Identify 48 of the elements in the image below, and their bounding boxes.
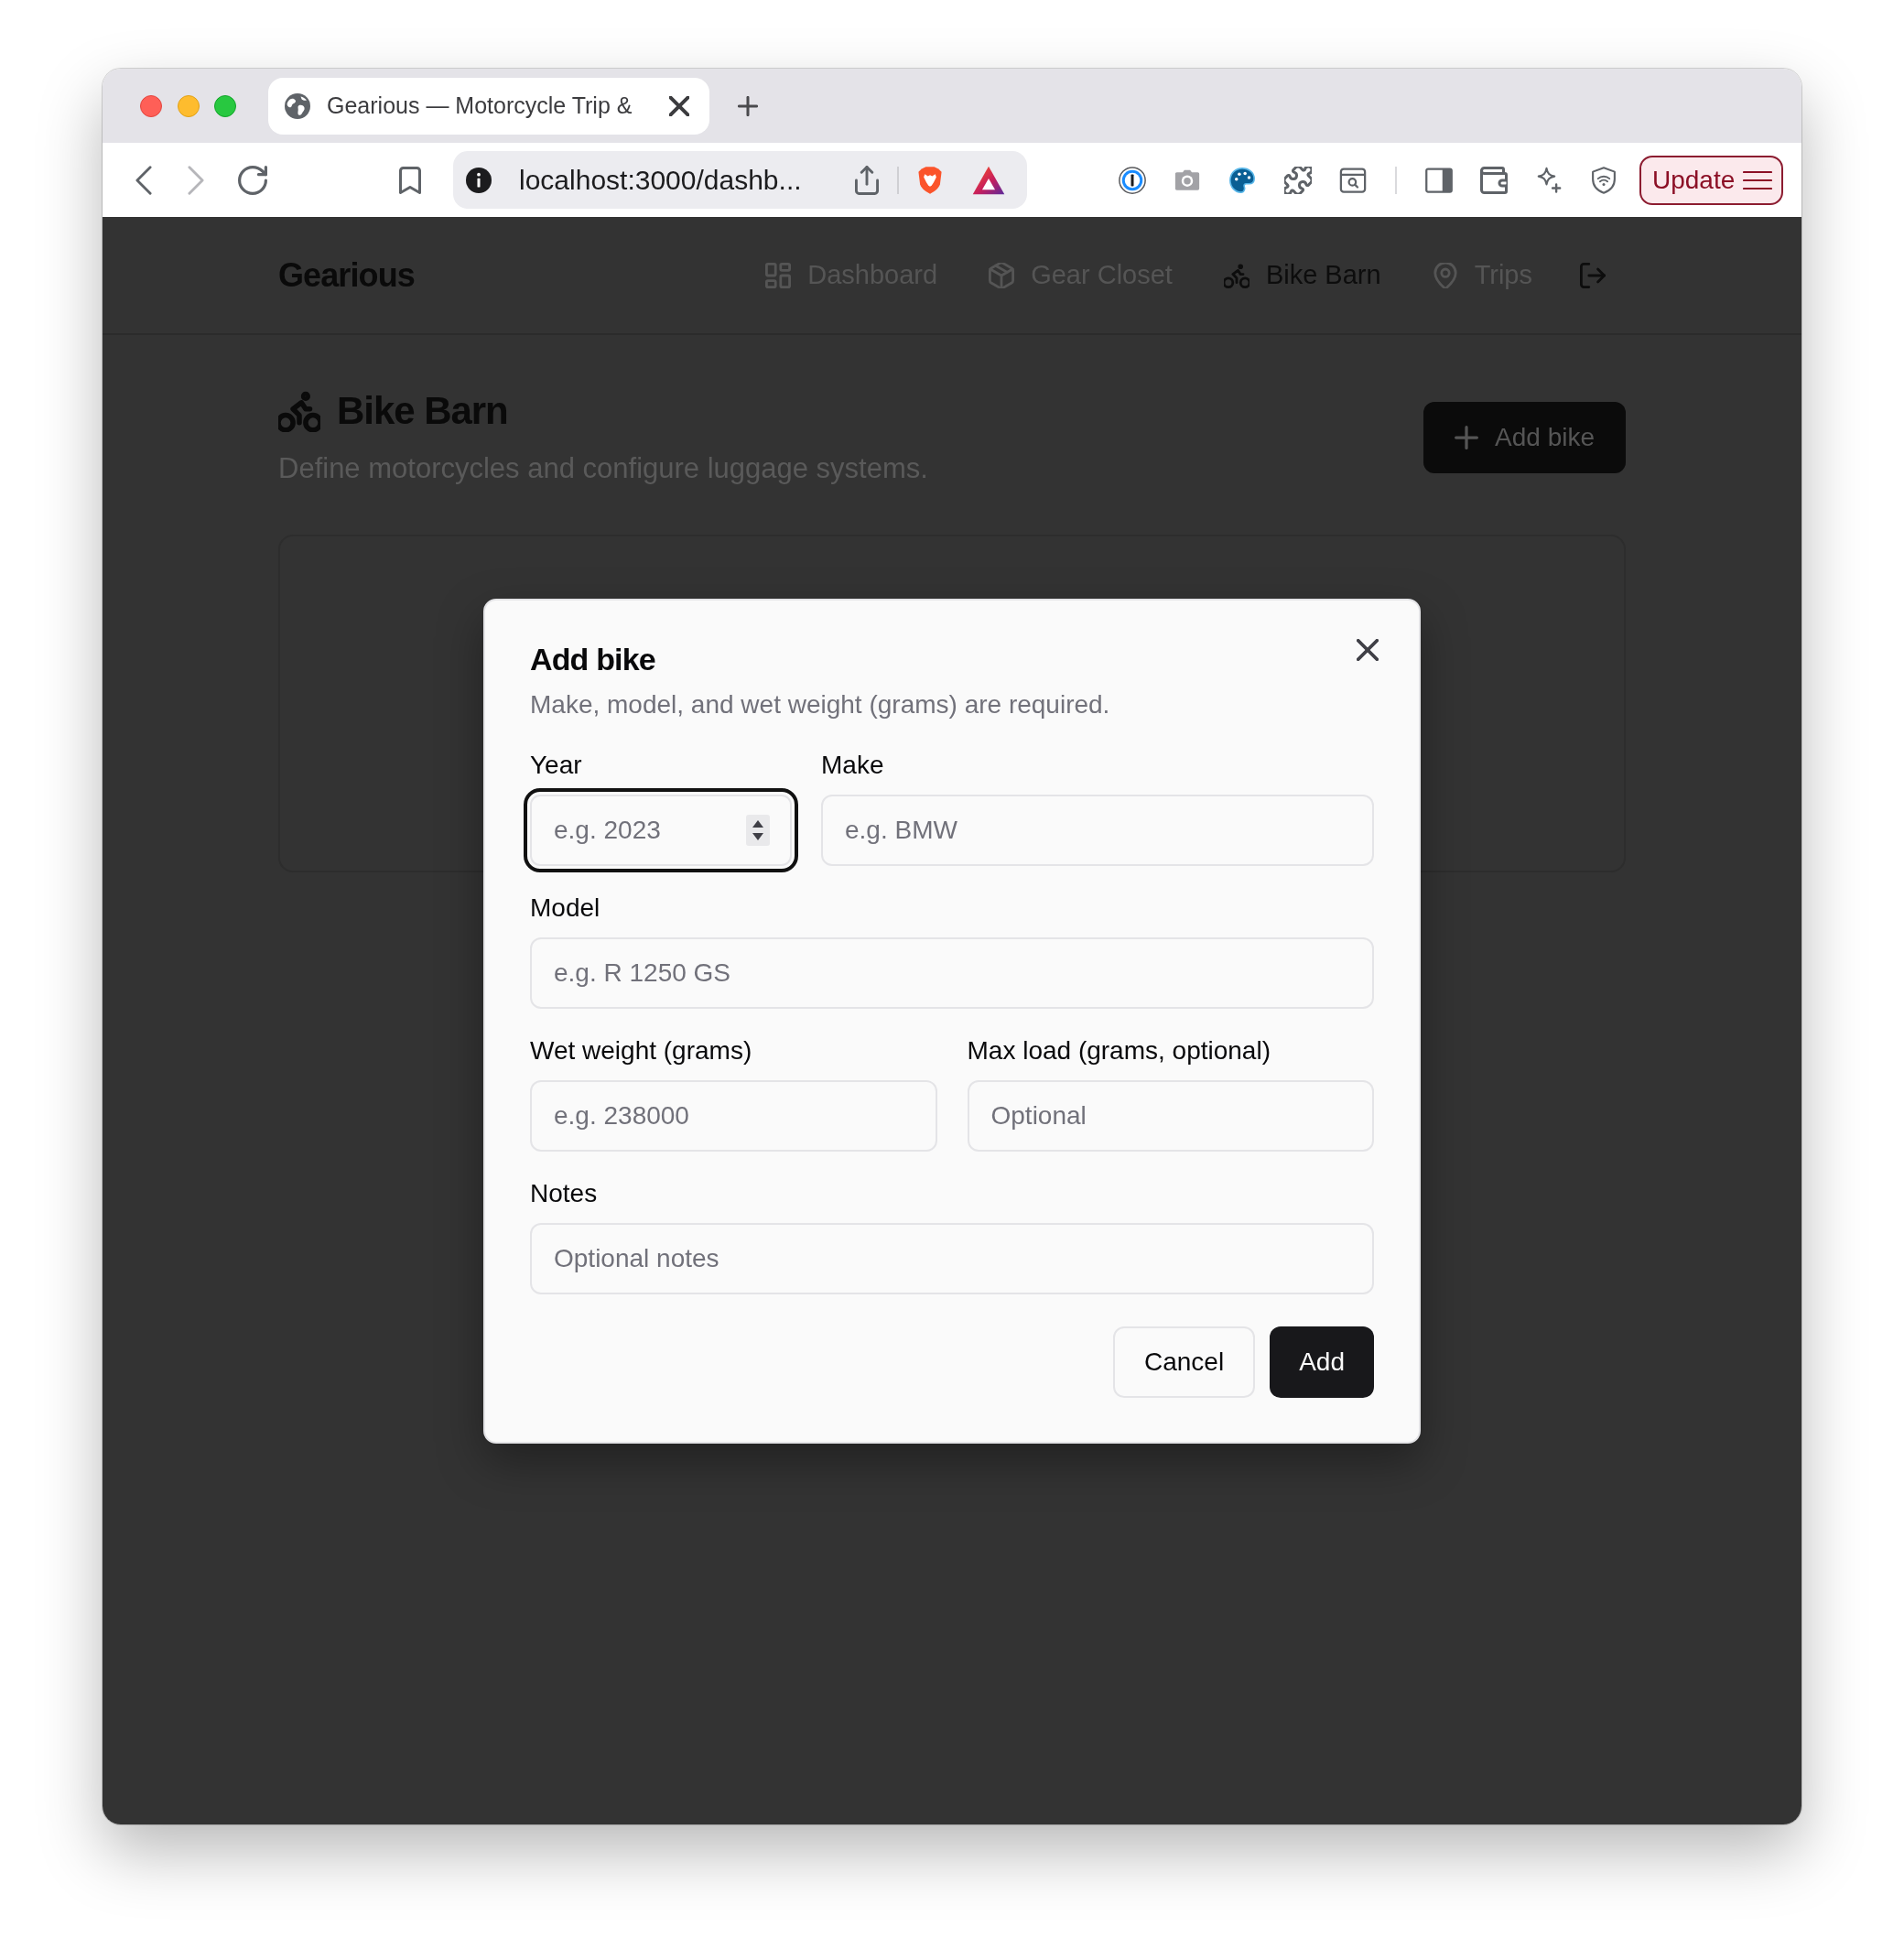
plus-icon [1455,426,1479,449]
stepper-icon[interactable] [746,814,770,846]
window-search-icon[interactable] [1339,166,1367,194]
tab-close-icon[interactable] [669,95,689,116]
field-label: Notes [530,1180,598,1207]
text-field[interactable]: Optional notes [530,1222,1374,1294]
text-field[interactable]: Optional [967,1079,1374,1152]
box-icon [989,262,1015,288]
text-field[interactable]: e.g. 238000 [530,1079,937,1152]
update-button[interactable]: Update [1639,155,1783,205]
puzzle-icon[interactable] [1284,166,1312,194]
field-label: Year [530,752,582,778]
text-field[interactable]: e.g. BMW [821,794,1374,866]
menu-icon [1743,169,1772,190]
shield-wifi-icon[interactable] [1591,166,1617,194]
dialog-title: Add bike [530,642,655,676]
cancel-button[interactable]: Cancel [1113,1326,1256,1398]
wallet-icon[interactable] [1480,166,1508,194]
new-tab-icon[interactable] [738,95,758,116]
number-field[interactable]: e.g. 2023 [524,787,798,872]
submit-button[interactable]: Add [1270,1326,1374,1398]
info-icon [466,167,492,193]
sidebar-icon[interactable] [1425,167,1453,193]
share-icon[interactable] [855,165,879,195]
triangle-logo-icon[interactable] [972,165,1005,195]
palette-icon[interactable] [1228,166,1256,194]
keyhole-ring-icon[interactable] [1119,166,1146,194]
bicycle-icon [278,390,320,432]
field-label: Max load (grams, optional) [967,1037,1271,1064]
bicycle-icon [1223,262,1250,288]
close-window-icon[interactable] [140,94,162,117]
logout-icon [1580,262,1606,288]
grid-icon [765,262,792,288]
map-pin-icon [1432,262,1458,288]
sparkle-icon[interactable] [1535,166,1563,194]
dialog-description: Make, model, and wet weight (grams) are required. [530,688,1110,720]
field-label: Wet weight (grams) [530,1037,752,1064]
bookmark-icon[interactable] [399,165,421,195]
field-label: Make [821,752,884,778]
back-icon[interactable] [135,165,152,195]
close-icon [1357,638,1379,661]
text-field[interactable]: e.g. R 1250 GS [530,936,1374,1009]
browser-tab[interactable]: Gearious — Motorcycle Trip & [268,77,709,135]
globe-icon [285,92,310,119]
shield-logo-icon[interactable] [917,165,943,195]
address-bar[interactable]: localhost:3000/dashb... [453,151,1027,209]
reload-icon[interactable] [238,165,267,195]
field-label: Model [530,894,600,921]
